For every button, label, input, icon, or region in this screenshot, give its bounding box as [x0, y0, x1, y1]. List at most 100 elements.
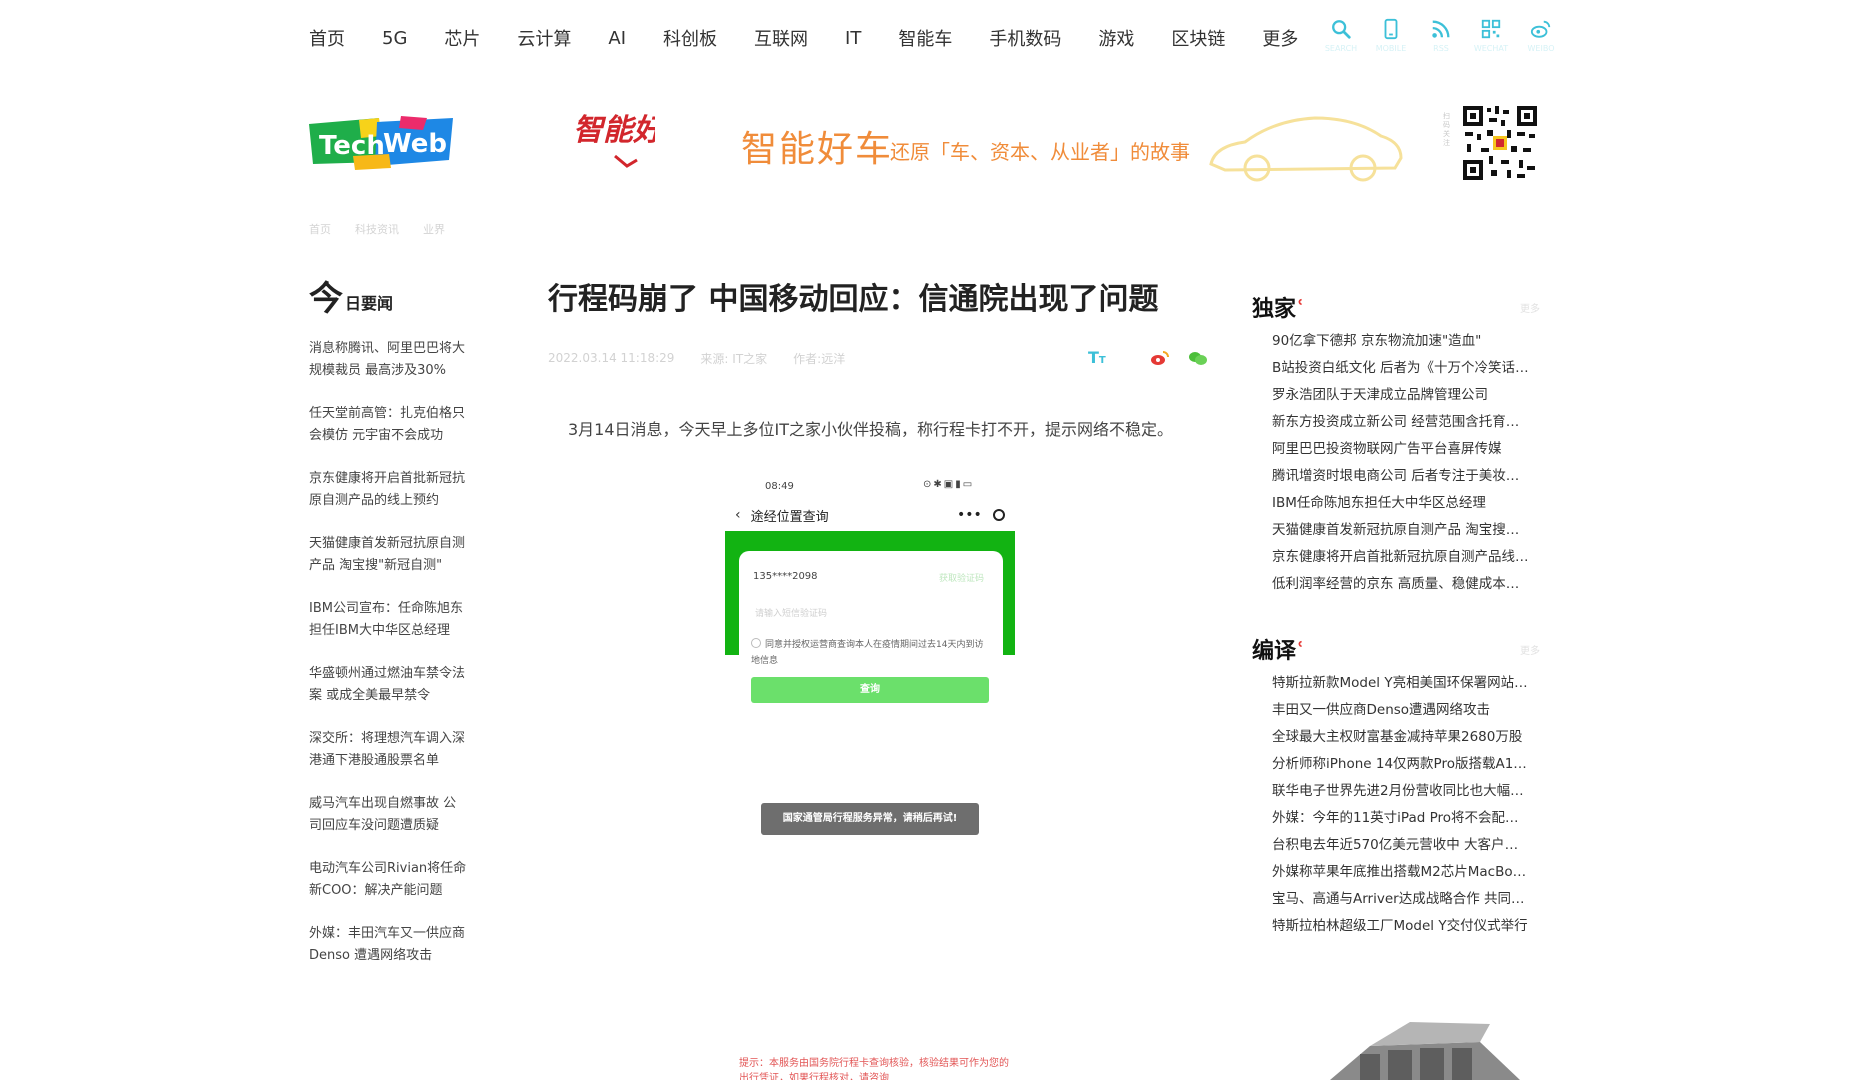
article-source: 来源: IT之家 — [700, 351, 768, 366]
exclusive-list-item[interactable]: 腾讯增资时垠电商公司 后者专注于美妆领域 — [1272, 463, 1530, 490]
search-icon — [1332, 20, 1351, 39]
phone-status-icons: ⊙✱▣▮▭ — [923, 479, 975, 490]
nav-item-5[interactable]: 科创板 — [663, 25, 717, 51]
nav-item-7[interactable]: IT — [845, 28, 861, 49]
exclusive-list-item[interactable]: B站投资白纸文化 后者为《十万个冷笑话》出品方 — [1272, 355, 1530, 382]
compile-list-item[interactable]: 联华电子世界先进2月份营收同比也大幅增长 — [1272, 778, 1530, 805]
nav-item-4[interactable]: AI — [608, 28, 626, 49]
exclusive-header: 独家ʿ 更多 — [1252, 290, 1542, 324]
compile-list-item[interactable]: 宝马、高通与Arriver达成战略合作 共同开发 — [1272, 886, 1530, 913]
nav-item-3[interactable]: 云计算 — [517, 25, 571, 51]
nav-item-0[interactable]: 首页 — [309, 25, 345, 51]
mobile-label: MOBILE — [1375, 44, 1407, 53]
code-input-placeholder: 请输入短信验证码 — [755, 609, 828, 619]
exclusive-list-item[interactable]: 阿里巴巴投资物联网广告平台喜屏传媒 — [1272, 436, 1530, 463]
nav-item-1[interactable]: 5G — [382, 28, 407, 49]
banner-title: 智能好车 — [741, 129, 894, 170]
today-news-item[interactable]: 华盛顿州通过燃油车禁令法案 或成全美最早禁令 — [309, 663, 467, 728]
today-news-item[interactable]: 任天堂前高管：扎克伯格只会模仿 元宇宙不会成功 — [309, 403, 467, 468]
get-code-link: 获取验证码 — [939, 574, 985, 584]
weibo-button[interactable]: WEIBO — [1528, 18, 1554, 56]
mobile-icon — [1384, 18, 1398, 40]
compile-more-link[interactable]: 更多 — [1520, 642, 1540, 657]
compile-list-item[interactable]: 台积电去年近570亿美元营收中 大客户贡献大 — [1272, 832, 1530, 859]
logo-text-web: Web — [383, 129, 447, 159]
exclusive-title: 独家ʿ — [1252, 291, 1304, 323]
agree-text: 同意并授权运营商查询本人在疫情期间过去14天内到访地信息 — [751, 640, 984, 666]
today-news-item[interactable]: 深交所：将理想汽车调入深港通下港股通股票名单 — [309, 728, 467, 793]
breadcrumb-home[interactable]: 首页 — [309, 221, 331, 237]
breadcrumb-industry[interactable]: 业界 — [423, 221, 445, 237]
breadcrumb-news[interactable]: 科技资讯 — [355, 221, 399, 237]
compile-list-item[interactable]: 外媒：今年的11英寸iPad Pro将不会配备mini-LED — [1272, 805, 1530, 832]
title-accent-icon: ʿ — [1296, 639, 1305, 664]
nav-item-12[interactable]: 更多 — [1262, 25, 1298, 51]
brand-mark-text: 智能好车 — [573, 113, 655, 148]
nav-item-10[interactable]: 游戏 — [1098, 25, 1134, 51]
rss-button[interactable]: RSS — [1428, 18, 1454, 56]
phone-number: 135****2098 — [753, 571, 818, 582]
today-news-item[interactable]: 外媒：丰田汽车又一供应商 Denso 遭遇网络攻击 — [309, 923, 467, 988]
nav-item-8[interactable]: 智能车 — [898, 25, 952, 51]
nav-item-6[interactable]: 互联网 — [754, 25, 808, 51]
target-icon — [993, 509, 1005, 521]
nav-item-9[interactable]: 手机数码 — [989, 25, 1061, 51]
search-button[interactable]: SEARCH — [1324, 18, 1358, 56]
error-toast: 国家通管局行程服务异常，请稍后再试! — [761, 803, 979, 835]
wechat-label: WECHAT — [1473, 44, 1509, 53]
today-news-item[interactable]: IBM公司宣布：任命陈旭东担任IBM大中华区总经理 — [309, 598, 467, 663]
exclusive-title-text: 独家 — [1252, 297, 1297, 322]
server-rack-image — [1330, 1022, 1520, 1080]
exclusive-list-item[interactable]: 京东健康将开启首批新冠抗原自测产品线上预约 — [1272, 544, 1530, 571]
phone-navbar: ‹ 途经位置查询 ••• — [735, 503, 1005, 527]
exclusive-more-link[interactable]: 更多 — [1520, 300, 1540, 315]
exclusive-list-item[interactable]: IBM任命陈旭东担任大中华区总经理 — [1272, 490, 1530, 517]
banner-ad[interactable]: 智能好车 智能好车 还原「车、资本、从业者」的故事 扫码关注 — [565, 100, 1550, 190]
top-nav: 首页 5G 芯片 云计算 AI 科创板 互联网 IT 智能车 手机数码 游戏 区块链 更多 — [309, 25, 1335, 51]
brand-mark-image: 智能好车 — [573, 113, 655, 168]
car-outline-image — [1209, 116, 1403, 182]
compile-list-item[interactable]: 分析师称iPhone 14仅两款Pro版搭载A16芯片 — [1272, 751, 1530, 778]
exclusive-list-item[interactable]: 90亿拿下德邦 京东物流加速"造血" — [1272, 328, 1530, 355]
weibo-share-icon[interactable] — [1150, 350, 1170, 366]
mobile-button[interactable]: MOBILE — [1375, 18, 1407, 56]
qr-code-image — [1461, 104, 1539, 182]
today-news-heading: 今 日要闻 — [309, 280, 469, 316]
nav-item-11[interactable]: 区块链 — [1171, 25, 1225, 51]
compile-header: 编译ʿ 更多 — [1252, 632, 1542, 666]
exclusive-list-item[interactable]: 罗永浩团队于天津成立品牌管理公司 — [1272, 382, 1530, 409]
search-label: SEARCH — [1324, 44, 1358, 53]
compile-title: 编译ʿ — [1252, 633, 1304, 665]
today-news-item[interactable]: 消息称腾讯、阿里巴巴将大规模裁员 最高涉及30% — [309, 338, 467, 403]
today-news-item[interactable]: 天猫健康首发新冠抗原自测产品 淘宝搜"新冠自测" — [309, 533, 467, 598]
font-size-button[interactable]: TT — [1088, 348, 1106, 367]
article-date: 2022.03.14 11:18:29 — [548, 351, 675, 365]
article-title: 行程码崩了 中国移动回应：信通院出现了问题 — [548, 282, 1159, 317]
compile-list-item[interactable]: 外媒称苹果年底推出搭载M2芯片MacBook Air — [1272, 859, 1530, 886]
compile-list-item[interactable]: 特斯拉新款Model Y亮相美国环保署网站 续航提升 — [1272, 670, 1530, 697]
wechat-button[interactable]: WECHAT — [1474, 18, 1508, 56]
today-news-item[interactable]: 电动汽车公司Rivian将任命新COO：解决产能问题 — [309, 858, 467, 923]
exclusive-list-item[interactable]: 新东方投资成立新公司 经营范围含托育服务 — [1272, 409, 1530, 436]
today-news-list: 消息称腾讯、阿里巴巴将大规模裁员 最高涉及30% 任天堂前高管：扎克伯格只会模仿 … — [309, 338, 469, 988]
today-news-item[interactable]: 京东健康将开启首批新冠抗原自测产品的线上预约 — [309, 468, 467, 533]
compile-list-item[interactable]: 全球最大主权财富基金减持苹果2680万股 — [1272, 724, 1530, 751]
compile-list-item[interactable]: 丰田又一供应商Denso遭遇网络攻击 — [1272, 697, 1530, 724]
weibo-icon — [1530, 20, 1551, 38]
query-button: 查询 — [751, 677, 989, 703]
back-icon: ‹ — [735, 507, 741, 523]
compile-list-item[interactable]: 特斯拉柏林超级工厂Model Y交付仪式举行 — [1272, 913, 1530, 940]
phone-time: 08:49 — [765, 481, 794, 492]
exclusive-list: 90亿拿下德邦 京东物流加速"造血"B站投资白纸文化 后者为《十万个冷笑话》出品… — [1252, 328, 1542, 598]
wechat-share-icon[interactable] — [1188, 350, 1208, 366]
nav-item-2[interactable]: 芯片 — [444, 25, 480, 51]
article-meta: 2022.03.14 11:18:29 来源: IT之家 作者:远洋 TT — [548, 348, 1207, 368]
techweb-logo[interactable]: Tech Web — [309, 116, 455, 170]
top-icon-bar: SEARCH MOBILE RSS WECHAT WEIBO — [1324, 18, 1554, 56]
qr-caption: 扫码关注 — [1443, 112, 1450, 147]
today-heading-big: 今 — [309, 279, 343, 319]
exclusive-list-item[interactable]: 低利润率经营的京东 高质量、稳健成本优势 — [1272, 571, 1530, 598]
today-news-item[interactable]: 威马汽车出现自燃事故 公司回应车没问题遭质疑 — [309, 793, 467, 858]
exclusive-list-item[interactable]: 天猫健康首发新冠抗原自测产品 淘宝搜索可购买 — [1272, 517, 1530, 544]
article-author: 作者:远洋 — [793, 351, 846, 366]
